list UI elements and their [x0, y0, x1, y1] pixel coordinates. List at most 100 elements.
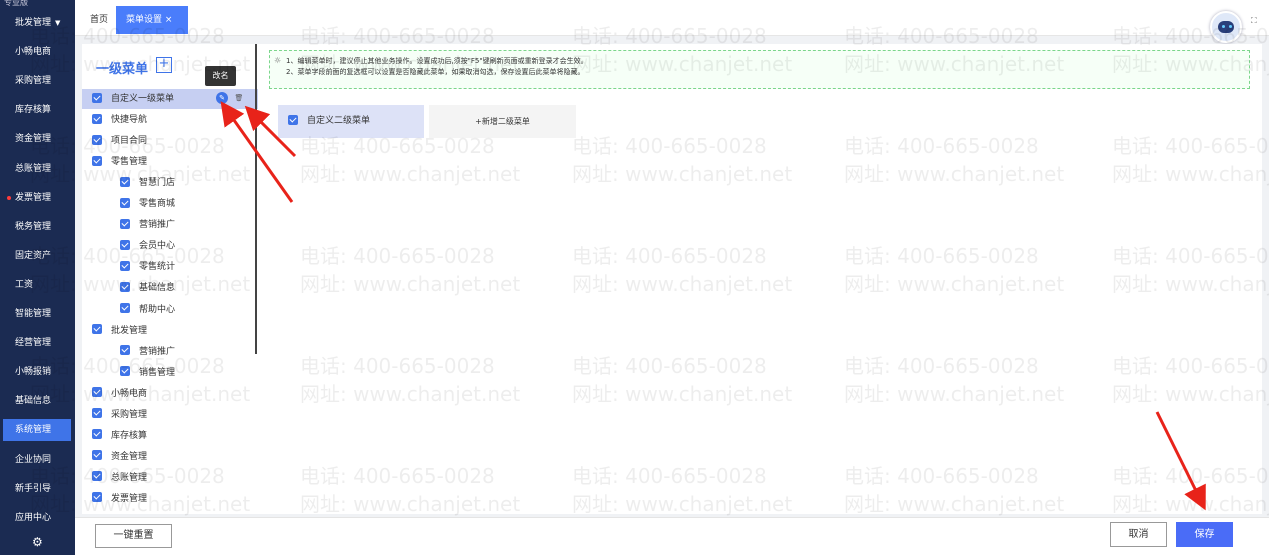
sidebar-item[interactable]: 应用中心 [3, 507, 71, 529]
checkbox-icon[interactable] [92, 113, 102, 124]
menu-item[interactable]: 批发管理 [82, 321, 147, 341]
menu-item[interactable]: 零售商城 [82, 194, 175, 214]
menu-item-label: 营销推广 [139, 346, 176, 357]
sidebar-item-label: 资金管理 [15, 134, 52, 145]
checkbox-icon[interactable] [120, 281, 130, 292]
checkbox-icon[interactable] [92, 324, 102, 335]
menu-item-label: 自定义一级菜单 [111, 94, 175, 104]
menu-item[interactable]: 营销推广 [82, 215, 175, 235]
checkbox-icon[interactable] [92, 471, 102, 482]
menu-item-label: 零售商城 [139, 199, 176, 210]
menu-item-label: 零售管理 [111, 157, 148, 168]
checkbox-icon[interactable] [120, 197, 130, 208]
sidebar-item-label: 系统管理 [15, 425, 52, 436]
menu-item[interactable]: 发票管理 [82, 489, 147, 509]
sidebar-item[interactable]: 小畅报销 [3, 361, 71, 383]
menu-item[interactable]: 基础信息 [82, 278, 175, 298]
checkbox-icon[interactable] [120, 239, 130, 250]
close-icon[interactable]: × [165, 15, 173, 25]
checkbox-icon[interactable] [120, 366, 130, 377]
menu-item[interactable]: 销售管理 [82, 363, 175, 383]
add-submenu-button[interactable]: +新增二级菜单 [429, 105, 576, 138]
sidebar-item-label: 批发管理 [15, 18, 52, 28]
edit-icon[interactable]: ✎ [216, 92, 228, 104]
checkbox-icon[interactable] [92, 429, 102, 440]
menu-item-label: 资金管理 [111, 451, 148, 462]
trash-icon[interactable]: 🗑 [233, 92, 245, 104]
sidebar: 专业版 批发管理 ▼ 小畅电商采购管理库存核算资金管理总账管理发票管理税务管理固定资… [0, 0, 75, 555]
chevron-down-icon: ▼ [55, 19, 61, 27]
menu-item[interactable]: 零售管理 [82, 152, 147, 172]
first-level-menu-panel: 一级菜单 + 改名 自定义一级菜单 ✎ 🗑 快捷导航 项目合同零售管理智慧门店零售商城营… [82, 44, 259, 514]
checkbox-icon[interactable] [92, 134, 102, 145]
fullscreen-icon[interactable]: ⛶ [1251, 16, 1257, 26]
reset-button[interactable]: 一键重置 [95, 524, 172, 548]
checkbox-icon[interactable] [120, 345, 130, 356]
checkbox-icon[interactable] [92, 450, 102, 461]
checkbox-icon[interactable] [92, 387, 102, 398]
menu-item-label: 总账管理 [111, 472, 148, 483]
gear-icon[interactable]: ⚙ [32, 535, 43, 549]
menu-item[interactable]: 自定义一级菜单 ✎ 🗑 [82, 89, 258, 109]
sidebar-item[interactable]: 发票管理 [3, 187, 71, 209]
checkbox-icon[interactable] [120, 303, 130, 313]
sidebar-item[interactable]: 经营管理 [3, 332, 71, 354]
menu-item[interactable]: 会员中心 [82, 236, 175, 256]
checkbox-icon[interactable] [92, 492, 102, 503]
menu-item[interactable]: 智慧门店 [82, 173, 175, 193]
menu-item-label: 基础信息 [139, 283, 176, 294]
sidebar-item[interactable]: 批发管理 ▼ [3, 12, 71, 34]
tab-label: 菜单设置 [126, 15, 163, 25]
sidebar-item[interactable]: 固定资产 [3, 245, 71, 267]
checkbox-icon[interactable] [92, 92, 102, 103]
sidebar-item-label: 税务管理 [15, 221, 52, 232]
save-button[interactable]: 保存 [1176, 522, 1233, 547]
sidebar-item[interactable]: 企业协同 [3, 449, 71, 471]
menu-item[interactable]: 库存核算 [82, 426, 147, 446]
sidebar-item[interactable]: 系统管理 [3, 419, 71, 442]
submenu-item[interactable]: 自定义二级菜单 [278, 105, 424, 138]
menu-item[interactable]: 采购管理 [82, 405, 147, 425]
sidebar-item[interactable]: 新手引导 [3, 478, 71, 500]
tab-home[interactable]: 首页 [80, 6, 118, 34]
menu-item[interactable]: 快捷导航 [82, 110, 147, 130]
sidebar-item-label: 发票管理 [15, 192, 52, 203]
checkbox-icon[interactable] [92, 408, 102, 419]
scrollbar[interactable] [255, 44, 257, 354]
sidebar-item[interactable]: 采购管理 [3, 70, 71, 92]
lightbulb-icon: ☼ [274, 56, 282, 65]
menu-item[interactable]: 小畅电商 [82, 384, 147, 404]
menu-item-label: 批发管理 [111, 325, 148, 336]
menu-item[interactable]: 营销推广 [82, 342, 175, 362]
cancel-button[interactable]: 取消 [1110, 522, 1167, 547]
edition-label: 专业版 [4, 0, 28, 7]
menu-item[interactable]: 零售统计 [82, 257, 175, 277]
sidebar-item-label: 智能管理 [15, 309, 52, 319]
checkbox-icon[interactable] [120, 260, 130, 271]
checkbox-icon[interactable] [120, 218, 130, 229]
panel-title: 一级菜单 [96, 62, 149, 77]
sidebar-item[interactable]: 资金管理 [3, 128, 71, 150]
sidebar-item[interactable]: 智能管理 [3, 303, 71, 325]
checkbox-icon[interactable] [92, 155, 102, 166]
sidebar-item-label: 固定资产 [15, 250, 52, 261]
rename-tooltip: 改名 [205, 66, 236, 86]
sidebar-item-label: 库存核算 [15, 105, 52, 116]
add-menu-button[interactable]: + [156, 57, 172, 73]
tab-menu-settings[interactable]: 菜单设置 × [116, 6, 188, 34]
sidebar-item[interactable]: 工资 [3, 274, 71, 296]
sidebar-item[interactable]: 库存核算 [3, 99, 71, 121]
checkbox-icon[interactable] [120, 176, 130, 187]
assistant-robot-icon[interactable] [1210, 11, 1242, 43]
checkbox-icon[interactable] [288, 114, 298, 125]
sidebar-item[interactable]: 小畅电商 [3, 41, 71, 63]
menu-item[interactable]: 资金管理 [82, 447, 147, 467]
sidebar-item[interactable]: 基础信息 [3, 390, 71, 412]
menu-item[interactable]: 总账管理 [82, 468, 147, 488]
sidebar-item-label: 企业协同 [15, 454, 52, 465]
second-level-menu-panel: ☼ 1、编辑菜单时，建议停止其他业务操作。设置成功后,须按"F5"键刷新页面或重… [259, 44, 1262, 514]
sidebar-item[interactable]: 税务管理 [3, 216, 71, 238]
menu-item[interactable]: 项目合同 [82, 131, 147, 151]
menu-item[interactable]: 帮助中心 [82, 300, 175, 320]
sidebar-item[interactable]: 总账管理 [3, 158, 71, 180]
